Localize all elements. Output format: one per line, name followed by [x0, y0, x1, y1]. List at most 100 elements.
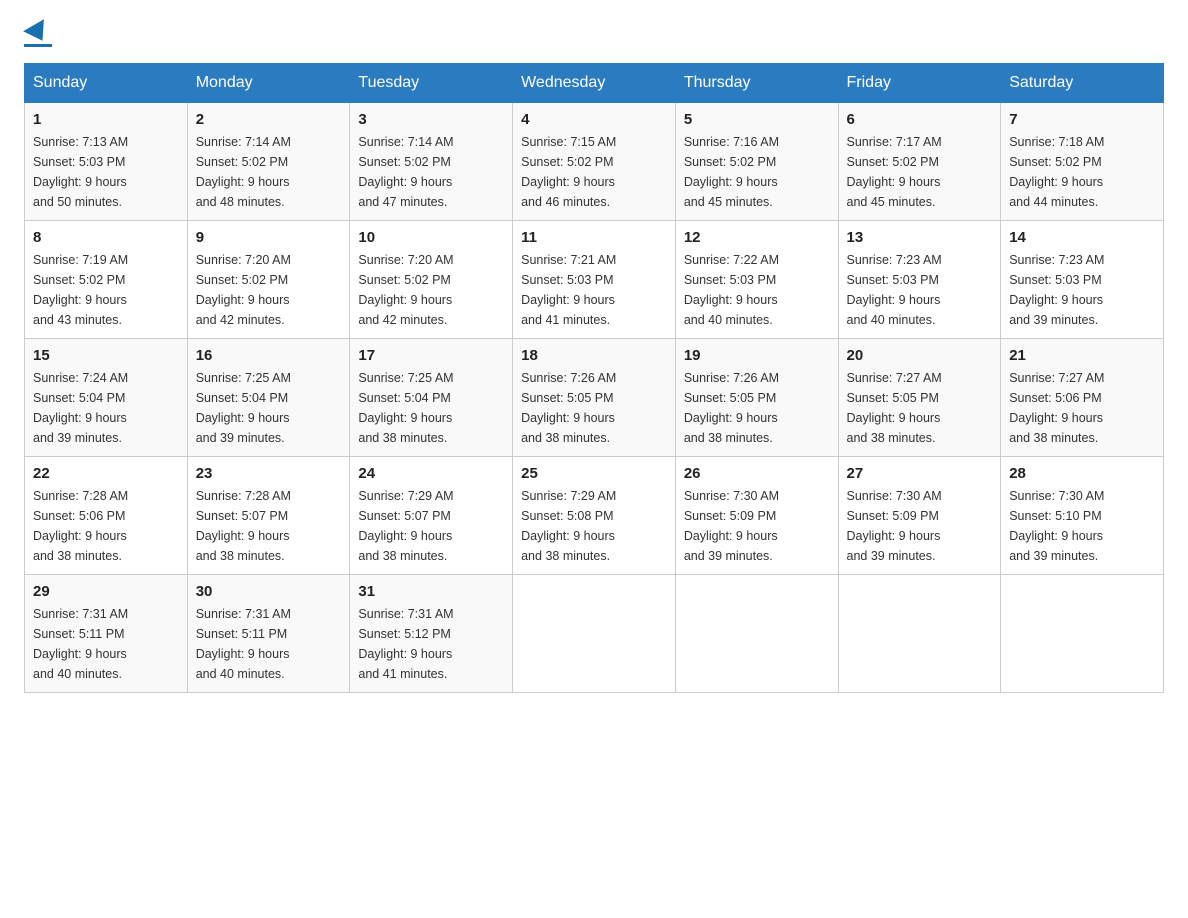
day-info: Sunrise: 7:23 AMSunset: 5:03 PMDaylight:…: [847, 250, 993, 330]
day-number: 17: [358, 347, 504, 364]
day-info: Sunrise: 7:20 AMSunset: 5:02 PMDaylight:…: [358, 250, 504, 330]
calendar-cell: 29Sunrise: 7:31 AMSunset: 5:11 PMDayligh…: [25, 575, 188, 693]
calendar-cell: 19 Sunrise: 7:26 AMSunset: 5:05 PMDayligh…: [675, 339, 838, 457]
calendar-cell: 6 Sunrise: 7:17 AMSunset: 5:02 PMDaylight…: [838, 103, 1001, 221]
header-friday: Friday: [838, 64, 1001, 103]
day-number: 16: [196, 347, 342, 364]
calendar-cell: [1001, 575, 1164, 693]
day-number: 29: [33, 583, 179, 600]
day-number: 13: [847, 229, 993, 246]
day-info: Sunrise: 7:25 AMSunset: 5:04 PMDaylight:…: [358, 368, 504, 448]
day-number: 14: [1009, 229, 1155, 246]
day-info: Sunrise: 7:17 AMSunset: 5:02 PMDaylight:…: [847, 132, 993, 212]
day-number: 21: [1009, 347, 1155, 364]
header-tuesday: Tuesday: [350, 64, 513, 103]
week-row-2: 8Sunrise: 7:19 AMSunset: 5:02 PMDaylight…: [25, 221, 1164, 339]
day-info: Sunrise: 7:27 AMSunset: 5:05 PMDaylight:…: [847, 368, 993, 448]
day-info: Sunrise: 7:25 AMSunset: 5:04 PMDaylight:…: [196, 368, 342, 448]
calendar-table: SundayMondayTuesdayWednesdayThursdayFrid…: [24, 63, 1164, 693]
day-number: 3: [358, 111, 504, 128]
calendar-cell: [513, 575, 676, 693]
calendar-cell: 14 Sunrise: 7:23 AMSunset: 5:03 PMDayligh…: [1001, 221, 1164, 339]
header-monday: Monday: [187, 64, 350, 103]
header-wednesday: Wednesday: [513, 64, 676, 103]
day-number: 9: [196, 229, 342, 246]
day-number: 25: [521, 465, 667, 482]
day-info: Sunrise: 7:23 AMSunset: 5:03 PMDaylight:…: [1009, 250, 1155, 330]
day-number: 24: [358, 465, 504, 482]
day-number: 5: [684, 111, 830, 128]
calendar-cell: 7Sunrise: 7:18 AMSunset: 5:02 PMDaylight…: [1001, 103, 1164, 221]
day-info: Sunrise: 7:14 AMSunset: 5:02 PMDaylight:…: [358, 132, 504, 212]
calendar-cell: 30 Sunrise: 7:31 AMSunset: 5:11 PMDayligh…: [187, 575, 350, 693]
day-info: Sunrise: 7:31 AMSunset: 5:12 PMDaylight:…: [358, 604, 504, 684]
day-info: Sunrise: 7:26 AMSunset: 5:05 PMDaylight:…: [684, 368, 830, 448]
day-info: Sunrise: 7:22 AMSunset: 5:03 PMDaylight:…: [684, 250, 830, 330]
day-number: 10: [358, 229, 504, 246]
day-number: 30: [196, 583, 342, 600]
day-info: Sunrise: 7:29 AMSunset: 5:07 PMDaylight:…: [358, 486, 504, 566]
day-info: Sunrise: 7:19 AMSunset: 5:02 PMDaylight:…: [33, 250, 179, 330]
header-sunday: Sunday: [25, 64, 188, 103]
calendar-cell: 3 Sunrise: 7:14 AMSunset: 5:02 PMDaylight…: [350, 103, 513, 221]
calendar-cell: 5 Sunrise: 7:16 AMSunset: 5:02 PMDaylight…: [675, 103, 838, 221]
day-info: Sunrise: 7:28 AMSunset: 5:07 PMDaylight:…: [196, 486, 342, 566]
day-number: 22: [33, 465, 179, 482]
day-number: 18: [521, 347, 667, 364]
day-number: 19: [684, 347, 830, 364]
calendar-cell: 24 Sunrise: 7:29 AMSunset: 5:07 PMDayligh…: [350, 457, 513, 575]
day-info: Sunrise: 7:27 AMSunset: 5:06 PMDaylight:…: [1009, 368, 1155, 448]
day-number: 12: [684, 229, 830, 246]
week-row-1: 1Sunrise: 7:13 AMSunset: 5:03 PMDaylight…: [25, 103, 1164, 221]
day-info: Sunrise: 7:31 AMSunset: 5:11 PMDaylight:…: [196, 604, 342, 684]
day-info: Sunrise: 7:30 AMSunset: 5:09 PMDaylight:…: [684, 486, 830, 566]
week-row-3: 15Sunrise: 7:24 AMSunset: 5:04 PMDayligh…: [25, 339, 1164, 457]
day-number: 20: [847, 347, 993, 364]
day-info: Sunrise: 7:21 AMSunset: 5:03 PMDaylight:…: [521, 250, 667, 330]
day-number: 7: [1009, 111, 1155, 128]
day-number: 23: [196, 465, 342, 482]
day-number: 2: [196, 111, 342, 128]
week-row-5: 29 Sunrise: 7:31 AMSunset: 5:11 PMDayligh…: [25, 575, 1164, 693]
header-saturday: Saturday: [1001, 64, 1164, 103]
calendar-cell: 13 Sunrise: 7:23 AMSunset: 5:03 PMDayligh…: [838, 221, 1001, 339]
header-thursday: Thursday: [675, 64, 838, 103]
day-info: Sunrise: 7:30 AMSunset: 5:10 PMDaylight:…: [1009, 486, 1155, 566]
day-number: 4: [521, 111, 667, 128]
logo-underline: [24, 44, 52, 47]
day-info: Sunrise: 7:20 AMSunset: 5:02 PMDaylight:…: [196, 250, 342, 330]
day-number: 26: [684, 465, 830, 482]
day-number: 11: [521, 229, 667, 246]
calendar-header: SundayMondayTuesdayWednesdayThursdayFrid…: [25, 64, 1164, 103]
page-header: [24, 24, 1164, 47]
calendar-cell: 31 Sunrise: 7:31 AMSunset: 5:12 PMDayligh…: [350, 575, 513, 693]
calendar-cell: 2 Sunrise: 7:14 AMSunset: 5:02 PMDaylight…: [187, 103, 350, 221]
day-info: Sunrise: 7:16 AMSunset: 5:02 PMDaylight:…: [684, 132, 830, 212]
day-number: 31: [358, 583, 504, 600]
logo-text: [24, 24, 52, 42]
day-number: 28: [1009, 465, 1155, 482]
calendar-cell: 4 Sunrise: 7:15 AMSunset: 5:02 PMDaylight…: [513, 103, 676, 221]
day-info: Sunrise: 7:26 AMSunset: 5:05 PMDaylight:…: [521, 368, 667, 448]
calendar-cell: 12 Sunrise: 7:22 AMSunset: 5:03 PMDayligh…: [675, 221, 838, 339]
day-number: 15: [33, 347, 179, 364]
day-number: 6: [847, 111, 993, 128]
day-number: 1: [33, 111, 179, 128]
calendar-cell: 25Sunrise: 7:29 AMSunset: 5:08 PMDayligh…: [513, 457, 676, 575]
calendar-cell: 1Sunrise: 7:13 AMSunset: 5:03 PMDaylight…: [25, 103, 188, 221]
logo: [24, 24, 52, 47]
calendar-cell: 26 Sunrise: 7:30 AMSunset: 5:09 PMDayligh…: [675, 457, 838, 575]
calendar-cell: 18 Sunrise: 7:26 AMSunset: 5:05 PMDayligh…: [513, 339, 676, 457]
calendar-cell: 17 Sunrise: 7:25 AMSunset: 5:04 PMDayligh…: [350, 339, 513, 457]
calendar-cell: 10 Sunrise: 7:20 AMSunset: 5:02 PMDayligh…: [350, 221, 513, 339]
calendar-cell: 11 Sunrise: 7:21 AMSunset: 5:03 PMDayligh…: [513, 221, 676, 339]
calendar-cell: 21 Sunrise: 7:27 AMSunset: 5:06 PMDayligh…: [1001, 339, 1164, 457]
header-row: SundayMondayTuesdayWednesdayThursdayFrid…: [25, 64, 1164, 103]
calendar-cell: 23 Sunrise: 7:28 AMSunset: 5:07 PMDayligh…: [187, 457, 350, 575]
day-info: Sunrise: 7:15 AMSunset: 5:02 PMDaylight:…: [521, 132, 667, 212]
calendar-cell: 15Sunrise: 7:24 AMSunset: 5:04 PMDayligh…: [25, 339, 188, 457]
calendar-cell: 27Sunrise: 7:30 AMSunset: 5:09 PMDayligh…: [838, 457, 1001, 575]
week-row-4: 22Sunrise: 7:28 AMSunset: 5:06 PMDayligh…: [25, 457, 1164, 575]
logo-triangle-icon: [23, 19, 53, 47]
day-info: Sunrise: 7:14 AMSunset: 5:02 PMDaylight:…: [196, 132, 342, 212]
